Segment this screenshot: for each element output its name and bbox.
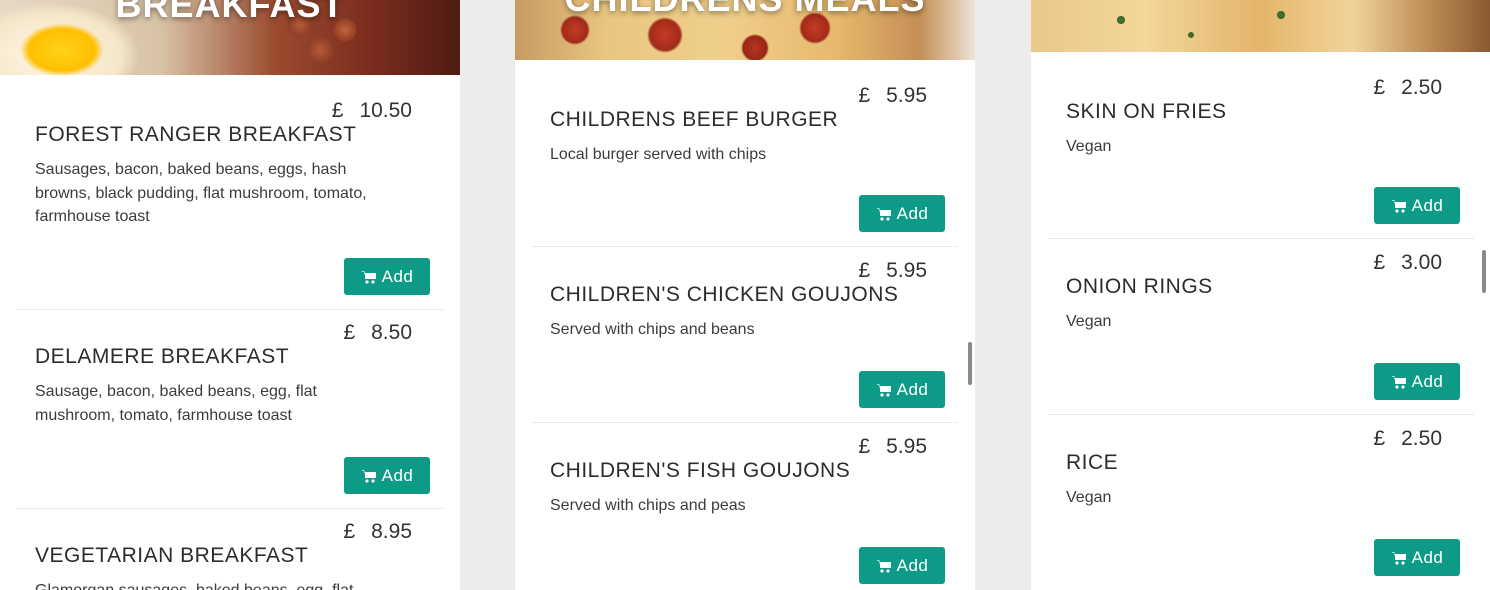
section-banner-childrens-meals: CHILDRENS MEALS bbox=[515, 0, 975, 60]
add-to-cart-button[interactable]: Add bbox=[1374, 363, 1460, 400]
section-title: BREAKFAST bbox=[115, 0, 345, 25]
add-label: Add bbox=[1411, 371, 1444, 391]
add-label: Add bbox=[896, 555, 929, 575]
shopping-cart-icon bbox=[360, 469, 376, 483]
shopping-cart-icon bbox=[875, 383, 891, 397]
item-price: £8.95 bbox=[343, 520, 412, 543]
item-price: £3.00 bbox=[1373, 251, 1442, 274]
item-description: Vegan bbox=[1066, 489, 1112, 506]
item-price: £5.95 bbox=[858, 435, 927, 458]
item-price: £10.50 bbox=[331, 99, 412, 122]
item-description: Vegan bbox=[1066, 313, 1112, 330]
shopping-cart-icon bbox=[875, 207, 891, 221]
item-description: Served with chips and beans bbox=[550, 321, 755, 338]
item-name: CHILDRENS BEEF BURGER bbox=[550, 108, 839, 131]
add-to-cart-button[interactable]: Add bbox=[344, 258, 430, 295]
item-name: SKIN ON FRIES bbox=[1066, 100, 1227, 123]
menu-item: £2.50 RICE Vegan Add bbox=[1031, 415, 1490, 590]
section-banner-breakfast: BREAKFAST bbox=[0, 0, 460, 75]
item-price: £2.50 bbox=[1373, 76, 1442, 99]
scrollbar-thumb[interactable] bbox=[968, 342, 972, 385]
add-label: Add bbox=[896, 379, 929, 399]
add-to-cart-button[interactable]: Add bbox=[859, 371, 945, 408]
item-price: £2.50 bbox=[1373, 427, 1442, 450]
item-description: Glamorgan sausages, baked beans, egg, fl… bbox=[35, 579, 395, 590]
menu-item: £8.50 DELAMERE BREAKFAST Sausage, bacon,… bbox=[0, 310, 460, 509]
add-label: Add bbox=[896, 203, 929, 223]
item-price: £5.95 bbox=[858, 259, 927, 282]
menu-item: £2.50 SKIN ON FRIES Vegan Add bbox=[1031, 52, 1490, 239]
item-name: FOREST RANGER BREAKFAST bbox=[35, 123, 357, 146]
add-to-cart-button[interactable]: Add bbox=[859, 547, 945, 584]
add-label: Add bbox=[381, 266, 414, 286]
item-description: Served with chips and peas bbox=[550, 497, 746, 514]
menu-item: £5.95 CHILDRENS BEEF BURGER Local burger… bbox=[515, 60, 975, 247]
add-to-cart-button[interactable]: Add bbox=[859, 195, 945, 232]
item-name: ONION RINGS bbox=[1066, 275, 1213, 298]
item-name: DELAMERE BREAKFAST bbox=[35, 345, 290, 368]
menu-item: £5.95 CHILDREN'S CHICKEN GOUJONS Served … bbox=[515, 247, 975, 423]
item-description: Sausages, bacon, baked beans, eggs, hash… bbox=[35, 161, 367, 225]
section-title: CHILDRENS MEALS bbox=[515, 0, 975, 20]
item-price: £8.50 bbox=[343, 321, 412, 344]
item-name: RICE bbox=[1066, 451, 1119, 474]
item-price: £5.95 bbox=[858, 84, 927, 107]
add-label: Add bbox=[381, 465, 414, 485]
add-to-cart-button[interactable]: Add bbox=[1374, 539, 1460, 576]
item-description: Vegan bbox=[1066, 138, 1112, 155]
menu-section-sides: £2.50 SKIN ON FRIES Vegan Add £3.00 ONIO… bbox=[1031, 0, 1490, 590]
add-to-cart-button[interactable]: Add bbox=[1374, 187, 1460, 224]
add-to-cart-button[interactable]: Add bbox=[344, 457, 430, 494]
menu-section-breakfast: BREAKFAST £10.50 FOREST RANGER BREAKFAST… bbox=[0, 0, 460, 590]
add-label: Add bbox=[1411, 547, 1444, 567]
menu-item: £8.95 VEGETARIAN BREAKFAST Glamorgan sau… bbox=[0, 509, 460, 590]
menu-section-childrens-meals: CHILDRENS MEALS £5.95 CHILDRENS BEEF BUR… bbox=[515, 0, 975, 590]
menu-item: £3.00 ONION RINGS Vegan Add bbox=[1031, 239, 1490, 415]
menu-item: £10.50 FOREST RANGER BREAKFAST Sausages,… bbox=[0, 75, 460, 310]
menu-item: £5.95 CHILDREN'S FISH GOUJONS Served wit… bbox=[515, 423, 975, 590]
item-description: Sausage, bacon, baked beans, egg, flat m… bbox=[35, 383, 317, 424]
shopping-cart-icon bbox=[1390, 375, 1406, 389]
item-description: Local burger served with chips bbox=[550, 146, 767, 163]
section-banner-sides bbox=[1031, 0, 1490, 52]
item-name: VEGETARIAN BREAKFAST bbox=[35, 544, 309, 567]
item-name: CHILDREN'S CHICKEN GOUJONS bbox=[550, 283, 899, 306]
shopping-cart-icon bbox=[1390, 199, 1406, 213]
add-label: Add bbox=[1411, 195, 1444, 215]
scrollbar-thumb[interactable] bbox=[1482, 250, 1486, 293]
item-name: CHILDREN'S FISH GOUJONS bbox=[550, 459, 851, 482]
shopping-cart-icon bbox=[1390, 551, 1406, 565]
shopping-cart-icon bbox=[360, 270, 376, 284]
shopping-cart-icon bbox=[875, 559, 891, 573]
